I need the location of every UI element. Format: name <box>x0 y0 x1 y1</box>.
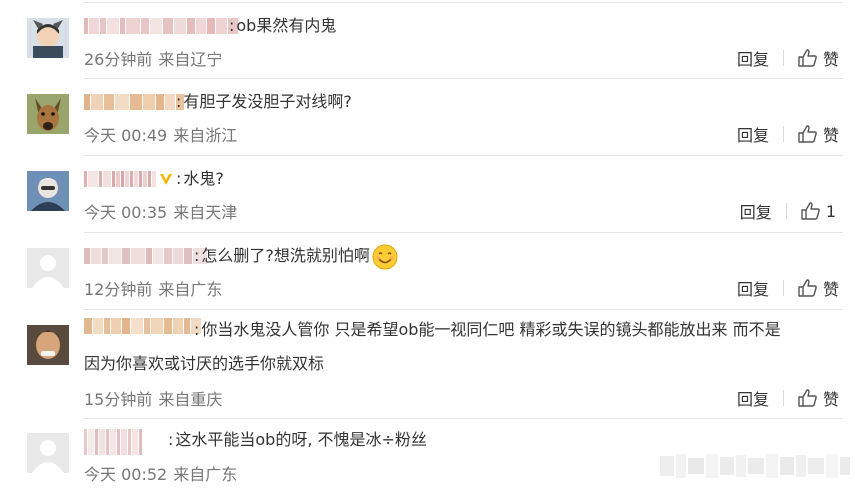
like-button[interactable]: 赞 <box>798 386 839 410</box>
divider <box>84 309 843 310</box>
reply-button[interactable]: 回复 <box>737 122 769 146</box>
comment-text: : 水鬼? <box>176 169 224 188</box>
username-masked[interactable] <box>84 428 143 456</box>
verified-v-icon <box>160 174 172 185</box>
reply-button[interactable]: 回复 <box>737 386 769 410</box>
divider <box>84 2 843 3</box>
thumbs-up-icon <box>798 49 817 67</box>
thumbs-up-icon <box>798 389 817 407</box>
divider <box>84 232 843 233</box>
comment-actions: 回复 1 <box>740 199 836 223</box>
like-label: 赞 <box>822 390 839 409</box>
username-masked[interactable] <box>84 245 208 267</box>
comment-meta: 12分钟前 来自广东 <box>84 280 223 299</box>
comment-text-line: 因为你喜欢或讨厌的选手你就双标 <box>84 354 325 373</box>
like-label: 赞 <box>822 280 839 299</box>
avatar[interactable] <box>27 171 69 211</box>
divider <box>84 78 843 79</box>
username-masked[interactable] <box>84 168 173 190</box>
like-label: 赞 <box>822 126 839 145</box>
watermark-masked <box>660 454 850 478</box>
avatar[interactable] <box>27 18 69 58</box>
username-masked[interactable] <box>84 91 185 113</box>
thumbs-up-icon <box>801 202 820 220</box>
comment-text: : 有胆子发没胆子对线啊? <box>176 92 352 111</box>
comment-text: : ob果然有内鬼 <box>229 16 337 35</box>
like-button[interactable]: 赞 <box>798 276 839 300</box>
avatar[interactable] <box>27 94 69 134</box>
username-masked[interactable] <box>84 315 202 337</box>
username-masked[interactable] <box>84 15 239 37</box>
divider <box>84 418 843 419</box>
reply-button[interactable]: 回复 <box>740 199 772 223</box>
smile-emoji-icon <box>372 244 398 269</box>
like-button[interactable]: 赞 <box>798 122 839 146</box>
comment-meta: 26分钟前 来自辽宁 <box>84 50 223 69</box>
avatar[interactable] <box>27 248 69 288</box>
comment-meta: 今天 00:49 来自浙江 <box>84 126 238 145</box>
avatar[interactable] <box>27 433 69 473</box>
reply-button[interactable]: 回复 <box>737 276 769 300</box>
comment-meta: 今天 00:52 来自广东 <box>84 465 238 484</box>
like-count: 1 <box>825 201 836 221</box>
comment-text-line: : 你当水鬼没人管你 只是希望ob能一视同仁吧 精彩或失误的镜头都能放出来 而不是 <box>194 320 781 339</box>
reply-button[interactable]: 回复 <box>737 46 769 70</box>
comment-actions: 回复 赞 <box>737 122 839 146</box>
comment-actions: 回复 赞 <box>737 46 839 70</box>
thumbs-up-icon <box>798 279 817 297</box>
like-button[interactable]: 1 <box>801 202 836 221</box>
comment-meta: 今天 00:35 来自天津 <box>84 203 238 222</box>
like-button[interactable]: 赞 <box>798 46 839 70</box>
divider <box>84 155 843 156</box>
avatar[interactable] <box>27 325 69 365</box>
like-label: 赞 <box>822 50 839 69</box>
comment-actions: 回复 赞 <box>737 276 839 300</box>
comment-text: : 怎么删了?想洗就别怕啊 <box>194 240 837 272</box>
comment-meta: 15分钟前 来自重庆 <box>84 390 223 409</box>
thumbs-up-icon <box>798 125 817 143</box>
comment-actions: 回复 赞 <box>737 386 839 410</box>
